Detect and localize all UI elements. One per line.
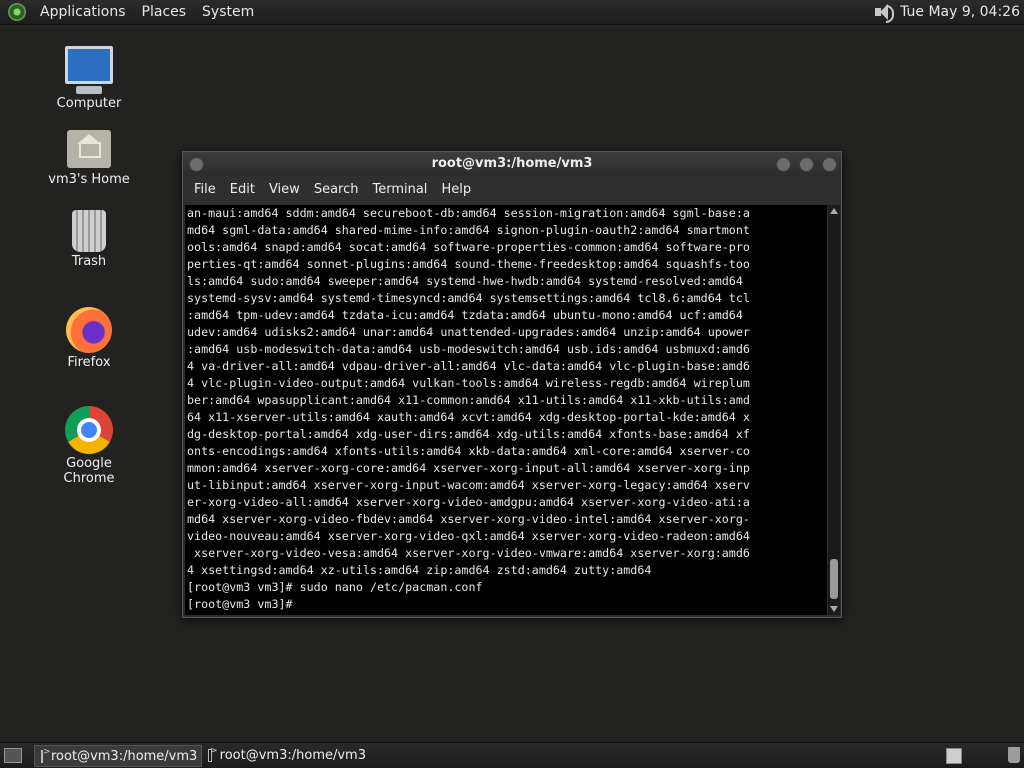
volume-icon[interactable]	[872, 2, 895, 23]
desktop-icon-firefox[interactable]: Firefox	[39, 307, 139, 370]
menu-file[interactable]: File	[187, 182, 223, 197]
taskbar-item-label: root@vm3:/home/vm3	[51, 748, 198, 764]
distro-logo-icon[interactable]	[8, 3, 26, 21]
taskbar-item-label: root@vm3:/home/vm3	[219, 747, 366, 763]
terminal-line: ut-libinput:amd64 xserver-xorg-input-wac…	[187, 478, 750, 492]
desktop-icon-trash[interactable]: Trash	[39, 210, 139, 269]
taskbar-item-terminal-1[interactable]: root@vm3:/home/vm3	[34, 745, 202, 767]
terminal-line: an-maui:amd64 sddm:amd64 secureboot-db:a…	[187, 206, 750, 220]
show-desktop-icon[interactable]	[4, 748, 22, 763]
scroll-up-arrow-icon[interactable]	[830, 208, 838, 214]
terminal-line: er-xorg-video-all:amd64 xserver-xorg-vid…	[187, 495, 750, 509]
terminal-line: xserver-xorg-video-vesa:amd64 xserver-xo…	[187, 546, 750, 560]
maximize-button[interactable]	[799, 157, 814, 172]
terminal-line: udev:amd64 udisks2:amd64 unar:amd64 unat…	[187, 325, 750, 339]
places-menu[interactable]: Places	[134, 4, 195, 20]
window-titlebar[interactable]: root@vm3:/home/vm3	[183, 152, 841, 176]
desktop-icon-chrome[interactable]: Google Chrome	[39, 406, 139, 486]
terminal-line: [root@vm3 vm3]# sudo nano /etc/pacman.co…	[187, 580, 483, 594]
desktop-icon-label: Computer	[56, 96, 122, 111]
top-panel: Applications Places System Tue May 9, 04…	[0, 0, 1024, 25]
terminal-line: md64 sgml-data:amd64 shared-mime-info:am…	[187, 223, 750, 237]
terminal-output[interactable]: an-maui:amd64 sddm:amd64 secureboot-db:a…	[185, 205, 827, 615]
terminal-line: perties-qt:amd64 sonnet-plugins:amd64 so…	[187, 257, 750, 271]
terminal-line: mmon:amd64 xserver-xorg-core:amd64 xserv…	[187, 461, 750, 475]
desktop-icon-computer[interactable]: Computer	[39, 46, 139, 111]
terminal-icon	[208, 746, 217, 762]
scroll-down-arrow-icon[interactable]	[830, 606, 838, 612]
chrome-icon	[65, 406, 113, 454]
terminal-line: 64 x11-xserver-utils:amd64 xauth:amd64 x…	[187, 410, 750, 424]
terminal-line: 4 va-driver-all:amd64 vdpau-driver-all:a…	[187, 359, 750, 373]
terminal-line: onts-encodings:amd64 xfonts-utils:amd64 …	[187, 444, 750, 458]
desktop-icon-label: Firefox	[67, 355, 111, 370]
taskbar-item-terminal-2[interactable]: root@vm3:/home/vm3	[202, 745, 372, 765]
terminal-scrollbar[interactable]	[828, 205, 840, 615]
menu-terminal[interactable]: Terminal	[365, 182, 434, 197]
desktop-icon-label: Trash	[71, 254, 107, 269]
system-menu[interactable]: System	[194, 4, 262, 20]
terminal-line: md64 xserver-xorg-video-fbdev:amd64 xser…	[187, 512, 750, 526]
computer-icon	[65, 46, 113, 94]
desktop-icon-label: Google Chrome	[63, 456, 115, 486]
terminal-icon	[41, 747, 51, 763]
menu-search[interactable]: Search	[307, 182, 366, 197]
terminal-line: :amd64 tpm-udev:amd64 tzdata-icu:amd64 t…	[187, 308, 750, 322]
terminal-menubar: File Edit View Search Terminal Help	[183, 176, 841, 202]
close-button[interactable]	[822, 157, 837, 172]
terminal-line: :amd64 usb-modeswitch-data:amd64 usb-mod…	[187, 342, 750, 356]
terminal-window[interactable]: root@vm3:/home/vm3 File Edit View Search…	[182, 151, 842, 618]
terminal-line: 4 vlc-plugin-video-output:amd64 vulkan-t…	[187, 376, 750, 390]
terminal-line: ools:amd64 snapd:amd64 socat:amd64 softw…	[187, 240, 750, 254]
home-folder-icon	[67, 130, 111, 168]
terminal-line: video-nouveau:amd64 xserver-xorg-video-q…	[187, 529, 750, 543]
terminal-line: ber:amd64 wpasupplicant:amd64 x11-common…	[187, 393, 750, 407]
desktop-icon-home[interactable]: vm3's Home	[39, 130, 139, 187]
scrollbar-thumb[interactable]	[830, 559, 838, 599]
window-title: root@vm3:/home/vm3	[431, 156, 593, 171]
trash-icon	[72, 210, 106, 252]
clock[interactable]: Tue May 9, 04:26	[900, 4, 1024, 20]
terminal-line: systemd-sysv:amd64 systemd-timesyncd:amd…	[187, 291, 750, 305]
desktop-icon-label: vm3's Home	[48, 172, 130, 187]
workspace-switcher[interactable]	[946, 748, 962, 764]
applications-menu[interactable]: Applications	[32, 4, 134, 20]
firefox-icon	[66, 307, 112, 353]
terminal-line: 4 xsettingsd:amd64 xz-utils:amd64 zip:am…	[187, 563, 652, 577]
menu-view[interactable]: View	[262, 182, 307, 197]
trash-applet-icon[interactable]	[1008, 747, 1020, 763]
terminal-line: ls:amd64 sudo:amd64 sweeper:amd64 system…	[187, 274, 750, 288]
minimize-button[interactable]	[776, 157, 791, 172]
menu-edit[interactable]: Edit	[223, 182, 262, 197]
bottom-panel: root@vm3:/home/vm3 root@vm3:/home/vm3	[0, 742, 1024, 768]
terminal-line: [root@vm3 vm3]#	[187, 597, 300, 611]
menu-help[interactable]: Help	[434, 182, 478, 197]
terminal-line: dg-desktop-portal:amd64 xdg-user-dirs:am…	[187, 427, 750, 441]
